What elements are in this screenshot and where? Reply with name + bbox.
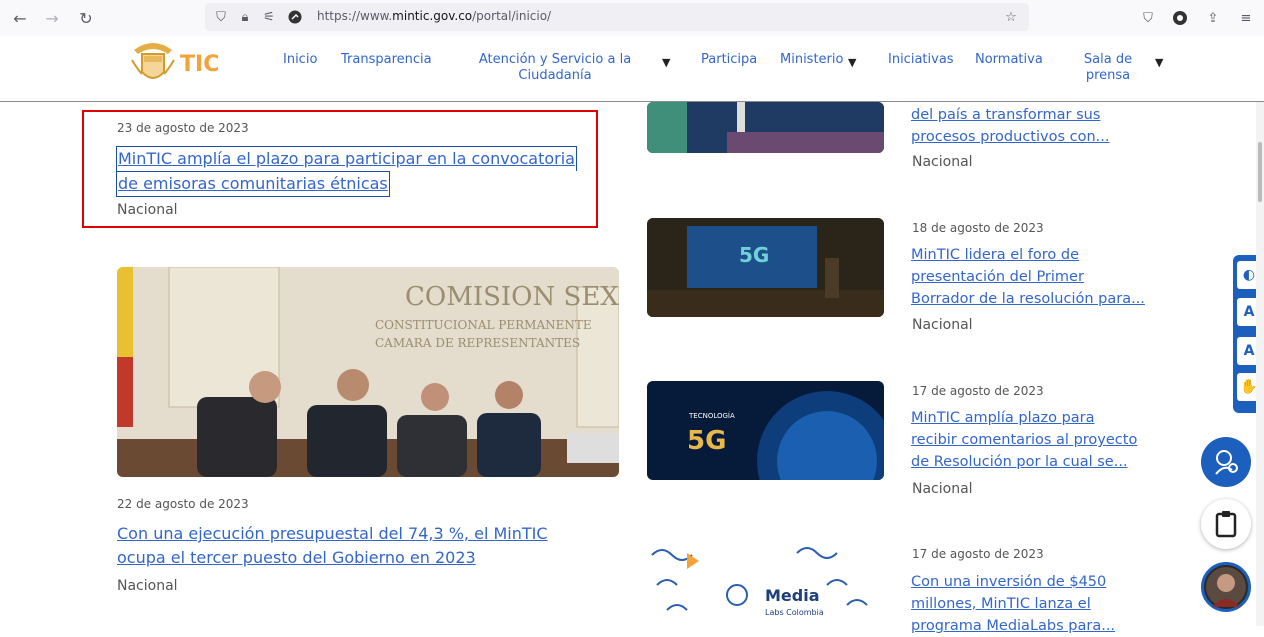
- article-date: 17 de agosto de 2023: [912, 384, 1044, 398]
- browser-toolbar: ← → ↻ ⛉ 🔒︎ ⚟ https://www.mintic.gov.co/p…: [0, 0, 1264, 36]
- nav-ministerio[interactable]: Ministerio: [780, 52, 843, 68]
- article-category: Nacional: [912, 154, 973, 170]
- site-icon: [285, 7, 305, 27]
- menu-icon[interactable]: ≡: [1236, 8, 1256, 28]
- article-image-comision[interactable]: COMISION SEXTA CONSTITUCIONAL PERMANENTE…: [117, 267, 619, 477]
- article-image-5g-tech[interactable]: TECNOLOGÍA 5G: [647, 381, 884, 480]
- bookmark-star-icon[interactable]: ☆: [1001, 7, 1021, 27]
- clipboard-button[interactable]: [1201, 499, 1251, 549]
- svg-text:Labs Colombia: Labs Colombia: [765, 608, 824, 617]
- svg-text:TECNOLOGÍA: TECNOLOGÍA: [688, 411, 735, 420]
- coat-of-arms-icon: [131, 43, 175, 79]
- article-category: Nacional: [912, 481, 973, 497]
- scrollbar-thumb[interactable]: [1258, 142, 1262, 202]
- article-date: 22 de agosto de 2023: [117, 497, 249, 511]
- nav-atencion[interactable]: Atención y Servicio a la Ciudadanía: [472, 52, 638, 84]
- svg-text:5G: 5G: [687, 426, 726, 456]
- nav-transparencia[interactable]: Transparencia: [341, 52, 432, 68]
- article-date: 23 de agosto de 2023: [117, 121, 249, 135]
- svg-text:CONSTITUCIONAL PERMANENTE: CONSTITUCIONAL PERMANENTE: [375, 318, 592, 332]
- svg-text:Media: Media: [765, 586, 820, 605]
- clipboard-icon: [1215, 511, 1237, 538]
- back-icon[interactable]: ←: [8, 6, 32, 30]
- share-icon[interactable]: ⇪: [1203, 8, 1223, 28]
- article-category: Nacional: [912, 317, 973, 333]
- svg-text:5G: 5G: [739, 243, 769, 267]
- article-image-event[interactable]: [647, 102, 884, 153]
- article-category: Nacional: [117, 578, 178, 594]
- article-title-link[interactable]: MinTIC lidera el foro de presentación de…: [911, 244, 1241, 310]
- forward-icon[interactable]: →: [40, 6, 64, 30]
- article-title-link[interactable]: MinTIC amplía plazo para recibir comenta…: [911, 407, 1241, 473]
- address-bar[interactable]: ⛉ 🔒︎ ⚟ https://www.mintic.gov.co/portal/…: [205, 3, 1029, 31]
- article-category: Nacional: [117, 202, 178, 218]
- chat-support-button[interactable]: [1201, 437, 1251, 487]
- nav-inicio[interactable]: Inicio: [283, 52, 317, 68]
- chevron-down-icon[interactable]: ▼: [662, 56, 670, 69]
- permissions-icon[interactable]: ⚟: [259, 7, 279, 27]
- article-date: 18 de agosto de 2023: [912, 221, 1044, 235]
- article-title-link[interactable]: MinTIC amplía el plazo para participar e…: [116, 146, 596, 197]
- nav-iniciativas[interactable]: Iniciativas: [888, 52, 954, 68]
- page-scrollbar[interactable]: [1256, 102, 1264, 626]
- pocket-icon[interactable]: ⛉: [1138, 8, 1158, 28]
- mintic-logo[interactable]: TIC: [130, 40, 219, 88]
- svg-text:CAMARA DE REPRESENTANTES: CAMARA DE REPRESENTANTES: [375, 336, 580, 350]
- lock-icon[interactable]: 🔒︎: [235, 7, 255, 27]
- chevron-down-icon[interactable]: ▼: [848, 56, 856, 69]
- nav-participa[interactable]: Participa: [701, 52, 757, 68]
- shield-icon[interactable]: ⛉: [211, 7, 231, 27]
- article-title-link[interactable]: Con una inversión de $450 millones, MinT…: [911, 571, 1241, 637]
- article-image-5g-forum[interactable]: 5G: [647, 218, 884, 317]
- nav-sala-de-prensa[interactable]: Sala de prensa: [1080, 52, 1136, 84]
- chevron-down-icon[interactable]: ▼: [1155, 56, 1163, 69]
- nav-normativa[interactable]: Normativa: [975, 52, 1043, 68]
- article-title-link[interactable]: del país a transformar sus procesos prod…: [911, 104, 1241, 148]
- svg-text:COMISION SEXTA: COMISION SEXTA: [405, 282, 619, 312]
- article-title-link[interactable]: Con una ejecución presupuestal del 74,3 …: [117, 522, 597, 570]
- support-agent-icon: [1215, 450, 1238, 475]
- reload-icon[interactable]: ↻: [74, 6, 98, 30]
- article-date: 17 de agosto de 2023: [912, 547, 1044, 561]
- account-icon[interactable]: [1170, 8, 1190, 28]
- site-header: TIC Inicio Transparencia Atención y Serv…: [0, 36, 1264, 102]
- article-image-medialabs[interactable]: Media Labs Colombia: [647, 545, 884, 626]
- avatar[interactable]: [1201, 562, 1251, 612]
- url-text[interactable]: https://www.mintic.gov.co/portal/inicio/: [317, 9, 551, 23]
- logo-text: TIC: [180, 51, 220, 77]
